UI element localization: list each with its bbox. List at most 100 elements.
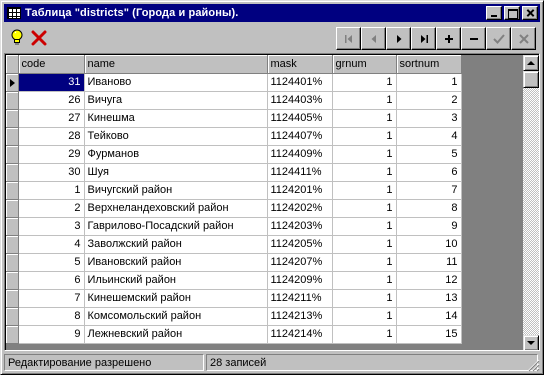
cell-grnum[interactable]: 1	[332, 73, 397, 92]
cell-name[interactable]: Гаврилово-Посадский район	[84, 217, 268, 236]
row-indicator[interactable]	[6, 235, 19, 254]
next-record-button[interactable]	[386, 27, 411, 50]
cell-sortnum[interactable]: 15	[396, 325, 462, 344]
cell-name[interactable]: Заволжский район	[84, 235, 268, 254]
delete-record-button[interactable]	[461, 27, 486, 50]
cell-code[interactable]: 29	[18, 145, 85, 164]
cell-sortnum[interactable]: 14	[396, 307, 462, 326]
cell-sortnum[interactable]: 3	[396, 109, 462, 128]
cell-grnum[interactable]: 1	[332, 163, 397, 182]
scroll-up-button[interactable]	[523, 55, 539, 71]
cell-mask[interactable]: 1124202%	[267, 199, 333, 218]
maximize-button[interactable]	[504, 6, 520, 20]
column-header-sortnum[interactable]: sortnum	[396, 55, 462, 74]
vertical-scrollbar[interactable]	[523, 55, 539, 350]
table-row[interactable]: 29 Фурманов 1124409% 1 5	[6, 145, 462, 164]
cell-mask[interactable]: 1124407%	[267, 127, 333, 146]
cell-grnum[interactable]: 1	[332, 325, 397, 344]
cell-sortnum[interactable]: 12	[396, 271, 462, 290]
cell-grnum[interactable]: 1	[332, 271, 397, 290]
cell-grnum[interactable]: 1	[332, 253, 397, 272]
column-header-grnum[interactable]: grnum	[332, 55, 397, 74]
row-indicator[interactable]	[6, 253, 19, 272]
column-header-code[interactable]: code	[18, 55, 85, 74]
cell-mask[interactable]: 1124211%	[267, 289, 333, 308]
column-header-mask[interactable]: mask	[267, 55, 333, 74]
cell-code[interactable]: 31	[18, 73, 85, 92]
post-edit-button[interactable]	[486, 27, 511, 50]
cell-code[interactable]: 4	[18, 235, 85, 254]
row-indicator[interactable]	[6, 217, 19, 236]
row-indicator[interactable]	[6, 127, 19, 146]
cell-mask[interactable]: 1124205%	[267, 235, 333, 254]
cell-sortnum[interactable]: 8	[396, 199, 462, 218]
cell-sortnum[interactable]: 7	[396, 181, 462, 200]
cell-code[interactable]: 30	[18, 163, 85, 182]
last-record-button[interactable]	[411, 27, 436, 50]
cell-name[interactable]: Лежневский район	[84, 325, 268, 344]
cell-sortnum[interactable]: 13	[396, 289, 462, 308]
cell-sortnum[interactable]: 10	[396, 235, 462, 254]
cell-code[interactable]: 7	[18, 289, 85, 308]
cell-mask[interactable]: 1124209%	[267, 271, 333, 290]
cell-sortnum[interactable]: 5	[396, 145, 462, 164]
column-header-name[interactable]: name	[84, 55, 268, 74]
cell-grnum[interactable]: 1	[332, 127, 397, 146]
cell-name[interactable]: Кинешма	[84, 109, 268, 128]
close-button[interactable]	[522, 6, 538, 20]
table-row[interactable]: 4 Заволжский район 1124205% 1 10	[6, 235, 462, 254]
row-indicator[interactable]	[6, 325, 19, 344]
cell-name[interactable]: Фурманов	[84, 145, 268, 164]
cell-grnum[interactable]: 1	[332, 235, 397, 254]
cell-mask[interactable]: 1124401%	[267, 73, 333, 92]
cell-mask[interactable]: 1124201%	[267, 181, 333, 200]
table-row[interactable]: 7 Кинешемский район 1124211% 1 13	[6, 289, 462, 308]
cell-mask[interactable]: 1124403%	[267, 91, 333, 110]
cell-name[interactable]: Комсомольский район	[84, 307, 268, 326]
cell-name[interactable]: Верхнеландеховский район	[84, 199, 268, 218]
cancel-edit-button[interactable]	[511, 27, 536, 50]
cell-grnum[interactable]: 1	[332, 91, 397, 110]
cell-code[interactable]: 1	[18, 181, 85, 200]
prior-record-button[interactable]	[361, 27, 386, 50]
table-row[interactable]: 30 Шуя 1124411% 1 6	[6, 163, 462, 182]
cell-mask[interactable]: 1124405%	[267, 109, 333, 128]
cell-mask[interactable]: 1124409%	[267, 145, 333, 164]
row-indicator[interactable]	[6, 307, 19, 326]
table-row[interactable]: 27 Кинешма 1124405% 1 3	[6, 109, 462, 128]
cell-mask[interactable]: 1124411%	[267, 163, 333, 182]
cell-name[interactable]: Вичугский район	[84, 181, 268, 200]
data-grid[interactable]: code name mask grnum sortnum 31 Иваново 11…	[4, 53, 540, 351]
scroll-thumb[interactable]	[523, 71, 539, 88]
table-row[interactable]: 26 Вичуга 1124403% 1 2	[6, 91, 462, 110]
cell-grnum[interactable]: 1	[332, 199, 397, 218]
table-row[interactable]: 5 Ивановский район 1124207% 1 11	[6, 253, 462, 272]
cell-code[interactable]: 6	[18, 271, 85, 290]
cell-name[interactable]: Кинешемский район	[84, 289, 268, 308]
cell-grnum[interactable]: 1	[332, 217, 397, 236]
cell-sortnum[interactable]: 9	[396, 217, 462, 236]
cell-mask[interactable]: 1124203%	[267, 217, 333, 236]
cell-name[interactable]: Шуя	[84, 163, 268, 182]
cell-sortnum[interactable]: 4	[396, 127, 462, 146]
cell-grnum[interactable]: 1	[332, 145, 397, 164]
cell-sortnum[interactable]: 2	[396, 91, 462, 110]
cell-code[interactable]: 27	[18, 109, 85, 128]
table-row[interactable]: 9 Лежневский район 1124214% 1 15	[6, 325, 462, 344]
cell-code[interactable]: 26	[18, 91, 85, 110]
cell-sortnum[interactable]: 1	[396, 73, 462, 92]
table-row[interactable]: 2 Верхнеландеховский район 1124202% 1 8	[6, 199, 462, 218]
first-record-button[interactable]	[336, 27, 361, 50]
hint-bulb-icon[interactable]	[6, 27, 28, 49]
title-bar[interactable]: Таблица "districts" (Города и районы).	[4, 4, 540, 22]
cell-name[interactable]: Ивановский район	[84, 253, 268, 272]
cell-mask[interactable]: 1124214%	[267, 325, 333, 344]
row-indicator[interactable]	[6, 109, 19, 128]
row-indicator[interactable]	[6, 199, 19, 218]
row-indicator[interactable]	[6, 289, 19, 308]
table-row[interactable]: 28 Тейково 1124407% 1 4	[6, 127, 462, 146]
cell-code[interactable]: 2	[18, 199, 85, 218]
row-indicator[interactable]	[6, 163, 19, 182]
cell-mask[interactable]: 1124207%	[267, 253, 333, 272]
cell-code[interactable]: 8	[18, 307, 85, 326]
